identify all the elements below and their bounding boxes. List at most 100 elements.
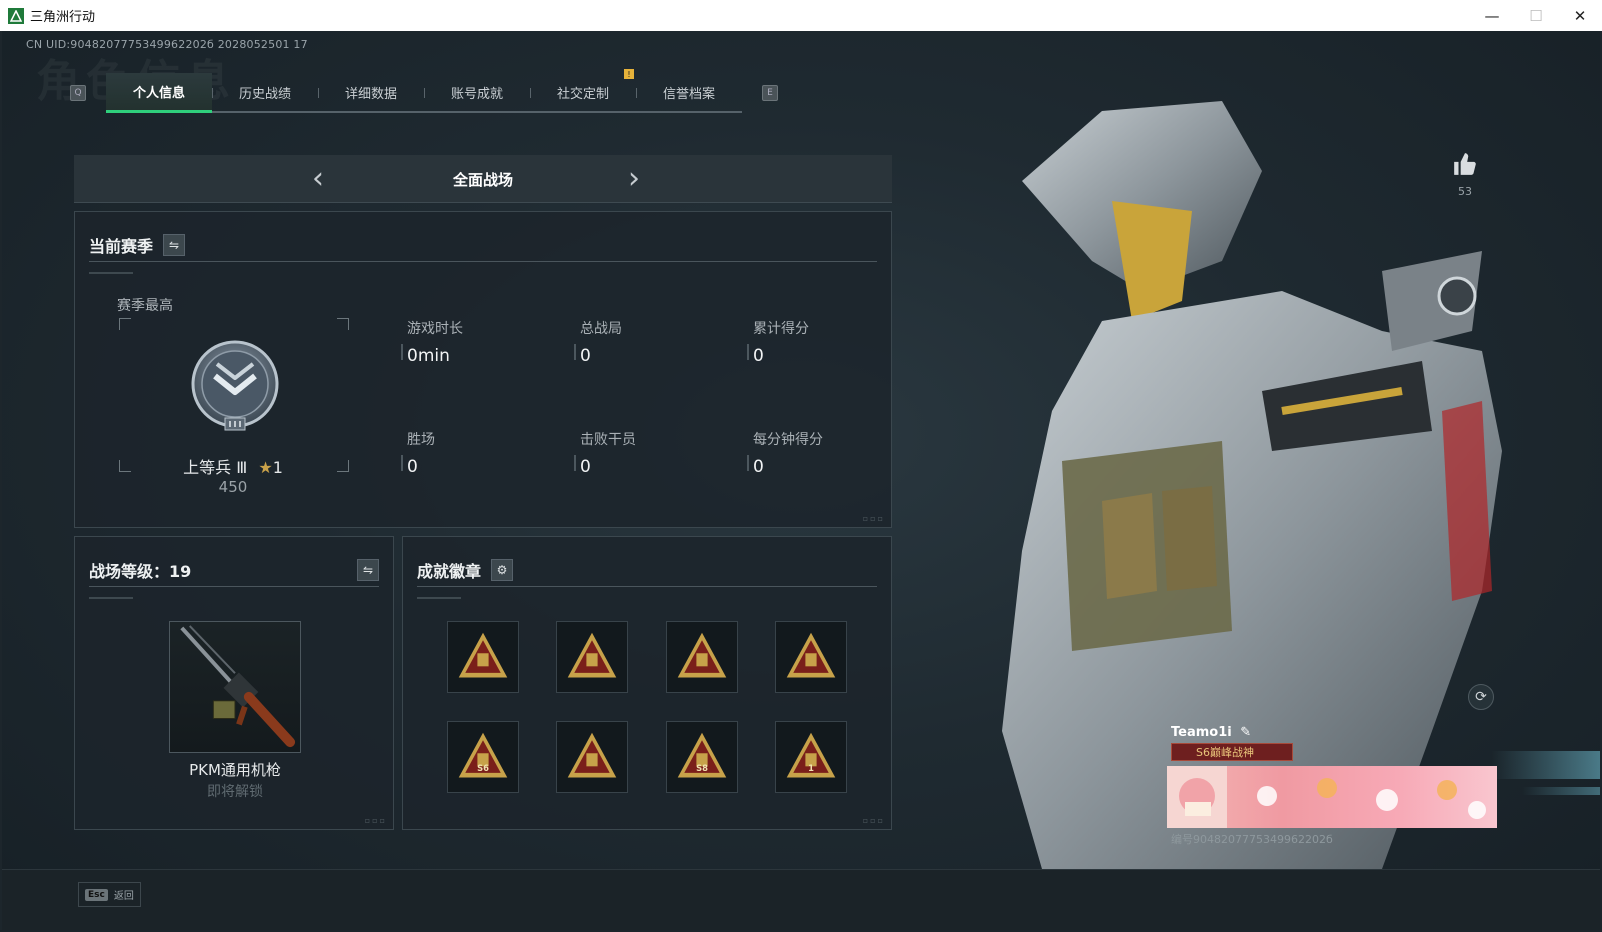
mode-title: 全面战场 xyxy=(452,171,513,189)
stat-value: 0 xyxy=(580,346,591,366)
gear-icon: ⚙ xyxy=(496,562,508,577)
stat-value: 0 xyxy=(580,457,591,477)
stat-label: 每分钟得分 xyxy=(753,432,823,448)
prev-tab-key[interactable]: Q xyxy=(70,85,86,101)
stat-label: 胜场 xyxy=(407,432,435,448)
tab-personal-info[interactable]: 个人信息 xyxy=(106,73,212,113)
app-logo-icon xyxy=(8,7,24,24)
name-card-banner xyxy=(1167,766,1497,828)
tab-history[interactable]: 历史战绩 xyxy=(212,73,318,111)
uid-label: CN UID:9048207775349962202б 2028052501 1… xyxy=(26,38,308,51)
player-name: Teamo1i ✎ xyxy=(1171,725,1251,740)
rank-medal-icon xyxy=(191,340,279,431)
player-name-text: Teamo1i xyxy=(1171,725,1232,740)
card-id-label: 编号9048207775349962202б xyxy=(1171,833,1333,846)
next-mode-button[interactable]: › xyxy=(628,161,640,196)
rank-title: 上等兵 Ⅲ ★1 xyxy=(133,454,333,478)
weapon-name: PKM通用机枪 xyxy=(189,761,281,779)
divider xyxy=(417,597,461,599)
badge-text: 1 xyxy=(808,763,814,773)
bracket-tr xyxy=(337,318,349,330)
bottom-bar: Esc 返回 xyxy=(2,869,1600,930)
badge-eagle-icon xyxy=(786,632,836,678)
swap-icon: ⇋ xyxy=(168,237,180,252)
tab-row: 个人信息 历史战绩 详细数据 账号成就 社交定制 信誉档案 xyxy=(106,73,742,113)
main-tabs: Q 个人信息 历史战绩 详细数据 账号成就 社交定制 信誉档案 E xyxy=(70,71,778,115)
achievement-badge[interactable] xyxy=(556,721,628,793)
season-header: 当前赛季 ⇋ xyxy=(89,228,877,262)
swap-level-button[interactable]: ⇋ xyxy=(357,558,379,581)
stat-value: 0 xyxy=(407,457,418,477)
like-count: 53 xyxy=(1458,185,1472,198)
level-header: 战场等级：19 ⇋ xyxy=(89,553,379,587)
achievement-badge[interactable]: S8 xyxy=(666,721,738,793)
stat-value: 0 xyxy=(753,346,764,366)
stat-score-per-minute: 每分钟得分 0 xyxy=(747,429,913,477)
back-label: 返回 xyxy=(113,891,134,902)
stat-label: 游戏时长 xyxy=(407,321,463,337)
tab-credit[interactable]: 信誉档案 xyxy=(636,73,742,111)
bracket-tl xyxy=(119,318,131,330)
achievement-badge[interactable] xyxy=(556,621,628,693)
badge-crate-icon xyxy=(567,732,617,778)
achievement-badge[interactable] xyxy=(666,621,738,693)
stat-wins: 胜场 0 xyxy=(401,429,567,477)
like-button[interactable]: 53 xyxy=(1450,151,1480,198)
badge-settings-button[interactable]: ⚙ xyxy=(491,558,514,581)
stat-value: 0min xyxy=(407,346,450,366)
badge-tank-icon xyxy=(458,632,508,678)
stat-label: 击败干员 xyxy=(580,432,636,448)
stat-playtime: 游戏时长 0min xyxy=(401,318,567,366)
badge-text: S6 xyxy=(477,763,489,773)
window-titlebar: 三角洲行动 — ☐ ✕ xyxy=(0,0,1602,31)
cat-banner-art xyxy=(1167,766,1486,828)
level-heading: 战场等级：19 xyxy=(89,561,192,581)
stat-label: 累计得分 xyxy=(753,321,809,337)
achievement-badge[interactable]: 1 xyxy=(775,721,847,793)
stat-total-score: 累计得分 0 xyxy=(747,318,913,366)
badge-text: S8 xyxy=(696,763,708,773)
next-tab-key[interactable]: E xyxy=(762,85,778,101)
rank-score: 450 xyxy=(218,478,248,496)
badge-emblem xyxy=(477,653,489,667)
tab-achievements[interactable]: 账号成就 xyxy=(424,73,530,111)
game-viewport: 角色信息 CN UID:9048207775349962202б 2028052… xyxy=(2,31,1600,930)
machine-gun-icon xyxy=(180,625,296,748)
tab-social[interactable]: 社交定制 xyxy=(530,73,636,111)
tab-detailed-data[interactable]: 详细数据 xyxy=(318,73,424,111)
current-season-panel: 当前赛季 ⇋ 赛季最高 上等兵 Ⅲ ★1 450 游戏时长 0min 总战局 0… xyxy=(74,211,892,528)
weapon-preview[interactable] xyxy=(169,621,301,753)
window-controls: — ☐ ✕ xyxy=(1470,0,1602,31)
stat-label: 总战局 xyxy=(580,321,622,337)
badge-s8-icon: S8 xyxy=(677,732,727,778)
rotate-model-button[interactable]: ⟳ xyxy=(1468,684,1494,710)
close-button[interactable]: ✕ xyxy=(1558,0,1602,31)
divider xyxy=(89,597,133,599)
achievement-badges-panel: 成就徽章 ⚙ S6 S8 1 ▫▫▫ xyxy=(402,536,892,830)
minimize-button[interactable]: — xyxy=(1470,0,1514,31)
player-name-card[interactable]: Teamo1i ✎ S6巅峰战神 编号9048207775349962202б xyxy=(1167,721,1497,853)
player-title-badge: S6巅峰战神 xyxy=(1171,743,1293,761)
tab-alert-badge: ! xyxy=(624,69,634,79)
stat-total-matches: 总战局 0 xyxy=(574,318,740,366)
corner-decoration: ▫▫▫ xyxy=(862,514,885,523)
maximize-button[interactable]: ☐ xyxy=(1514,0,1558,31)
badge-emblem xyxy=(696,653,708,667)
refresh-icon: ⟳ xyxy=(1475,689,1487,705)
achievement-badge[interactable] xyxy=(447,621,519,693)
back-button[interactable]: Esc 返回 xyxy=(78,882,141,907)
edit-icon[interactable]: ✎ xyxy=(1240,725,1251,740)
bracket-br xyxy=(337,460,349,472)
swap-icon: ⇋ xyxy=(362,562,374,577)
stat-kills: 击败干员 0 xyxy=(574,429,740,477)
badge-s6-icon: S6 xyxy=(458,732,508,778)
badges-header: 成就徽章 ⚙ xyxy=(417,553,877,587)
star-icon: ★ xyxy=(258,458,273,477)
swap-season-button[interactable]: ⇋ xyxy=(163,233,186,256)
corner-decoration: ▫▫▫ xyxy=(364,816,387,825)
badge-emblem xyxy=(586,653,598,667)
badge-rocket-icon xyxy=(677,632,727,678)
achievement-badge[interactable]: S6 xyxy=(447,721,519,793)
achievement-badge[interactable] xyxy=(775,621,847,693)
esc-keycap: Esc xyxy=(85,888,108,901)
